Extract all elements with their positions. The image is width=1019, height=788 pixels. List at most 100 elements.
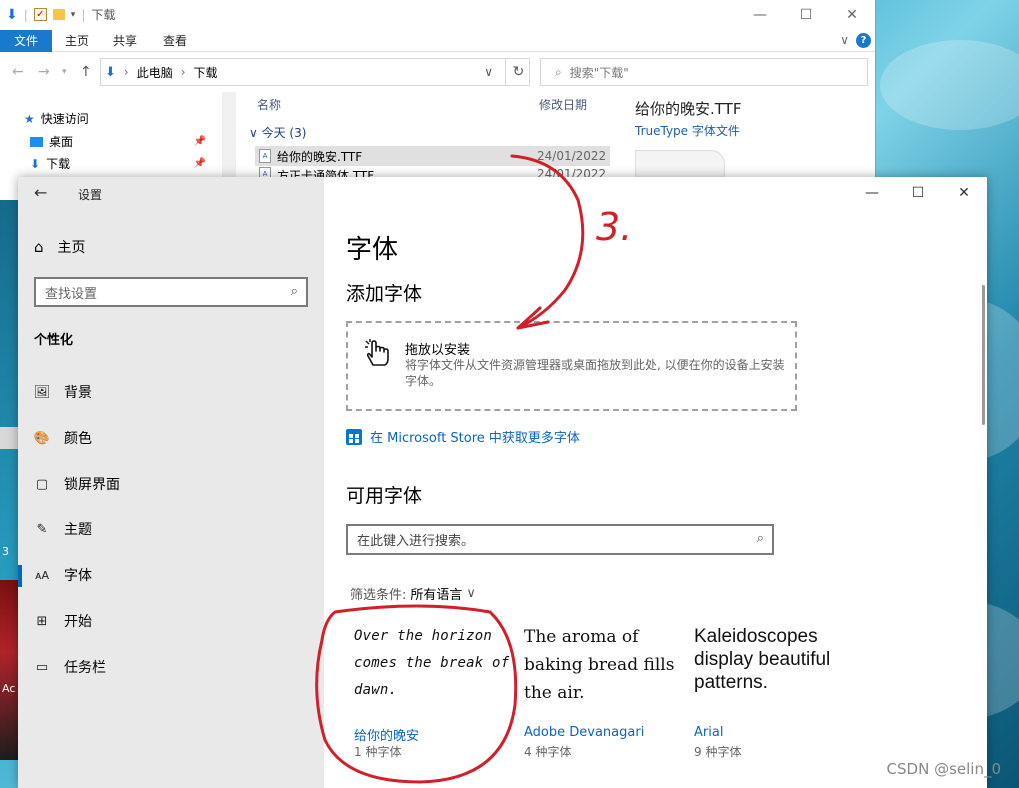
settings-sidebar: ← 设置 ⌂ 主页 查找设置 ⌕ 个性化 🖼 背景 🎨 颜色 ▢ 锁屏界面 ✎ … bbox=[18, 177, 324, 788]
sidebar-item-fonts[interactable]: ᴀA 字体 bbox=[18, 555, 324, 595]
start-icon: ⊞ bbox=[36, 613, 48, 629]
explorer-search-input[interactable]: ⌕ 搜索"下载" bbox=[540, 58, 868, 86]
tab-home[interactable]: 主页 bbox=[65, 30, 89, 52]
language-filter[interactable]: 筛选条件: 所有语言 ∨ bbox=[350, 584, 476, 603]
file-row[interactable]: A 给你的晚安.TTF 24/01/2022 bbox=[255, 146, 610, 166]
back-arrow-icon[interactable]: ← bbox=[34, 183, 47, 202]
pin-icon[interactable]: 📌 bbox=[194, 158, 206, 169]
sidebar-item-themes[interactable]: ✎ 主题 bbox=[18, 509, 324, 549]
font-card[interactable]: Kaleidoscopes display beautiful patterns… bbox=[694, 617, 844, 767]
forward-arrow-icon[interactable]: → bbox=[38, 64, 50, 80]
lock-screen-icon: ▢ bbox=[35, 476, 49, 492]
hand-pointer-icon bbox=[362, 337, 394, 369]
address-dropdown-icon[interactable]: ∨ bbox=[484, 65, 493, 79]
font-sample: Kaleidoscopes display beautiful patterns… bbox=[694, 626, 831, 693]
desktop-fragment-text: 3 bbox=[2, 545, 9, 558]
nav-item-downloads[interactable]: ⬇ 下载 📌 bbox=[30, 155, 220, 172]
desktop-fragment-text: Ac bbox=[2, 682, 16, 695]
quick-access-toolbar: ⬇ | ✓ ▾ | 下载 bbox=[6, 6, 116, 23]
close-button[interactable]: ✕ bbox=[829, 0, 875, 30]
group-header-today[interactable]: ∨ 今天 (3) bbox=[249, 124, 306, 141]
sidebar-item-home[interactable]: ⌂ 主页 bbox=[34, 237, 86, 257]
refresh-button[interactable]: ↻ bbox=[505, 58, 531, 86]
image-icon: 🖼 bbox=[33, 384, 51, 400]
search-icon: ⌕ bbox=[756, 531, 764, 546]
font-name: Arial bbox=[694, 725, 724, 740]
expand-ribbon-icon[interactable]: ∨ bbox=[840, 33, 849, 47]
ribbon-tabs: 文件 主页 共享 查看 ∨ ? bbox=[0, 30, 875, 52]
customize-toolbar-icon[interactable]: ▾ bbox=[71, 10, 76, 20]
download-icon[interactable]: ⬇ bbox=[6, 7, 18, 23]
nav-item-quick-access[interactable]: ★ 快速访问 bbox=[24, 110, 89, 127]
breadcrumb-this-pc[interactable]: 此电脑 bbox=[137, 64, 173, 81]
settings-window: ← 设置 ⌂ 主页 查找设置 ⌕ 个性化 🖼 背景 🎨 颜色 ▢ 锁屏界面 ✎ … bbox=[18, 177, 987, 788]
drop-zone-description: 将字体文件从文件资源管理器或桌面拖放到此处, 以便在你的设备上安装字体。 bbox=[405, 358, 785, 388]
font-card[interactable]: The aroma of baking bread fills the air.… bbox=[524, 617, 689, 767]
recent-locations-icon[interactable]: ▾ bbox=[62, 67, 67, 77]
font-search-input[interactable]: 在此键入进行搜索。 ⌕ bbox=[346, 524, 774, 555]
settings-app-title: 设置 bbox=[78, 188, 103, 202]
font-file-icon: A bbox=[259, 149, 271, 163]
tab-file[interactable]: 文件 bbox=[0, 30, 52, 52]
desktop-icon bbox=[30, 136, 43, 147]
search-icon: ⌕ bbox=[290, 284, 298, 299]
section-title: 个性化 bbox=[34, 333, 74, 348]
sidebar-item-start[interactable]: ⊞ 开始 bbox=[18, 601, 324, 641]
theme-icon: ✎ bbox=[36, 521, 48, 537]
file-explorer-window: ⬇ | ✓ ▾ | 下载 — ☐ ✕ 文件 主页 共享 查看 ∨ ? ← → ▾… bbox=[0, 0, 876, 200]
download-icon: ⬇ bbox=[30, 156, 41, 171]
nav-item-desktop[interactable]: 桌面 📌 bbox=[30, 133, 220, 150]
sidebar-item-background[interactable]: 🖼 背景 bbox=[18, 372, 324, 412]
desktop-wave bbox=[880, 40, 1019, 130]
column-header-name[interactable]: 名称 bbox=[257, 96, 281, 113]
font-count: 9 种字体 bbox=[694, 745, 742, 759]
back-arrow-icon[interactable]: ← bbox=[12, 64, 24, 80]
explorer-titlebar: ⬇ | ✓ ▾ | 下载 — ☐ ✕ bbox=[0, 0, 875, 30]
up-arrow-icon[interactable]: ↑ bbox=[80, 64, 92, 80]
desktop-icon-strip bbox=[0, 580, 18, 760]
settings-window-controls: — ☐ ✕ bbox=[849, 177, 987, 209]
store-link[interactable]: 在 Microsoft Store 中获取更多字体 bbox=[346, 427, 580, 446]
address-bar-row: ← → ▾ ↑ ⬇ › 此电脑 › 下载 ∨ ↻ ⌕ 搜索"下载" bbox=[0, 54, 875, 90]
drop-zone-title: 拖放以安装 bbox=[405, 343, 471, 358]
desktop-fragment bbox=[0, 427, 18, 449]
font-card[interactable]: Over the horizon comes the break of dawn… bbox=[354, 617, 519, 767]
properties-icon[interactable]: ✓ bbox=[33, 8, 47, 21]
settings-titlebar-left: ← 设置 bbox=[18, 177, 324, 209]
taskbar-icon: ▭ bbox=[35, 659, 49, 675]
settings-content: — ☐ ✕ 字体 添加字体 拖放以安装 将字体文件从文件资源管理器或桌面拖放到此… bbox=[324, 177, 987, 788]
download-folder-icon: ⬇ bbox=[105, 64, 116, 80]
font-drop-zone[interactable]: 拖放以安装 将字体文件从文件资源管理器或桌面拖放到此处, 以便在你的设备上安装字… bbox=[346, 321, 797, 411]
breadcrumb-downloads[interactable]: 下载 bbox=[194, 64, 218, 81]
sidebar-item-lock-screen[interactable]: ▢ 锁屏界面 bbox=[18, 464, 324, 504]
font-sample: Over the horizon comes the break of dawn… bbox=[354, 628, 510, 698]
content-scrollbar[interactable] bbox=[982, 285, 985, 425]
close-button[interactable]: ✕ bbox=[941, 177, 987, 209]
column-header-modified[interactable]: 修改日期 bbox=[539, 96, 587, 113]
maximize-button[interactable]: ☐ bbox=[895, 177, 941, 209]
settings-search-input[interactable]: 查找设置 ⌕ bbox=[34, 277, 308, 307]
search-icon: ⌕ bbox=[555, 64, 562, 79]
tab-view[interactable]: 查看 bbox=[163, 30, 187, 52]
palette-icon: 🎨 bbox=[33, 430, 51, 446]
home-icon: ⌂ bbox=[34, 238, 44, 256]
font-icon: ᴀA bbox=[34, 568, 50, 582]
star-icon: ★ bbox=[24, 111, 35, 126]
address-bar[interactable]: ⬇ › 此电脑 › 下载 ∨ bbox=[100, 58, 530, 86]
explorer-title: 下载 bbox=[91, 8, 116, 22]
sidebar-item-colors[interactable]: 🎨 颜色 bbox=[18, 418, 324, 458]
tab-share[interactable]: 共享 bbox=[113, 30, 137, 52]
pin-icon[interactable]: 📌 bbox=[194, 136, 206, 147]
sidebar-item-taskbar[interactable]: ▭ 任务栏 bbox=[18, 647, 324, 687]
font-sample: The aroma of baking bread fills the air. bbox=[524, 627, 675, 703]
minimize-button[interactable]: — bbox=[849, 177, 895, 209]
help-icon[interactable]: ? bbox=[856, 33, 871, 48]
maximize-button[interactable]: ☐ bbox=[783, 0, 829, 30]
available-fonts-heading: 可用字体 bbox=[346, 485, 423, 507]
new-folder-icon[interactable] bbox=[52, 9, 65, 20]
font-name: 给你的晚安 bbox=[354, 729, 420, 744]
watermark: CSDN @selin_0 bbox=[886, 760, 1001, 778]
page-title: 字体 bbox=[346, 235, 399, 265]
store-bag-icon bbox=[346, 428, 362, 445]
minimize-button[interactable]: — bbox=[737, 0, 783, 30]
